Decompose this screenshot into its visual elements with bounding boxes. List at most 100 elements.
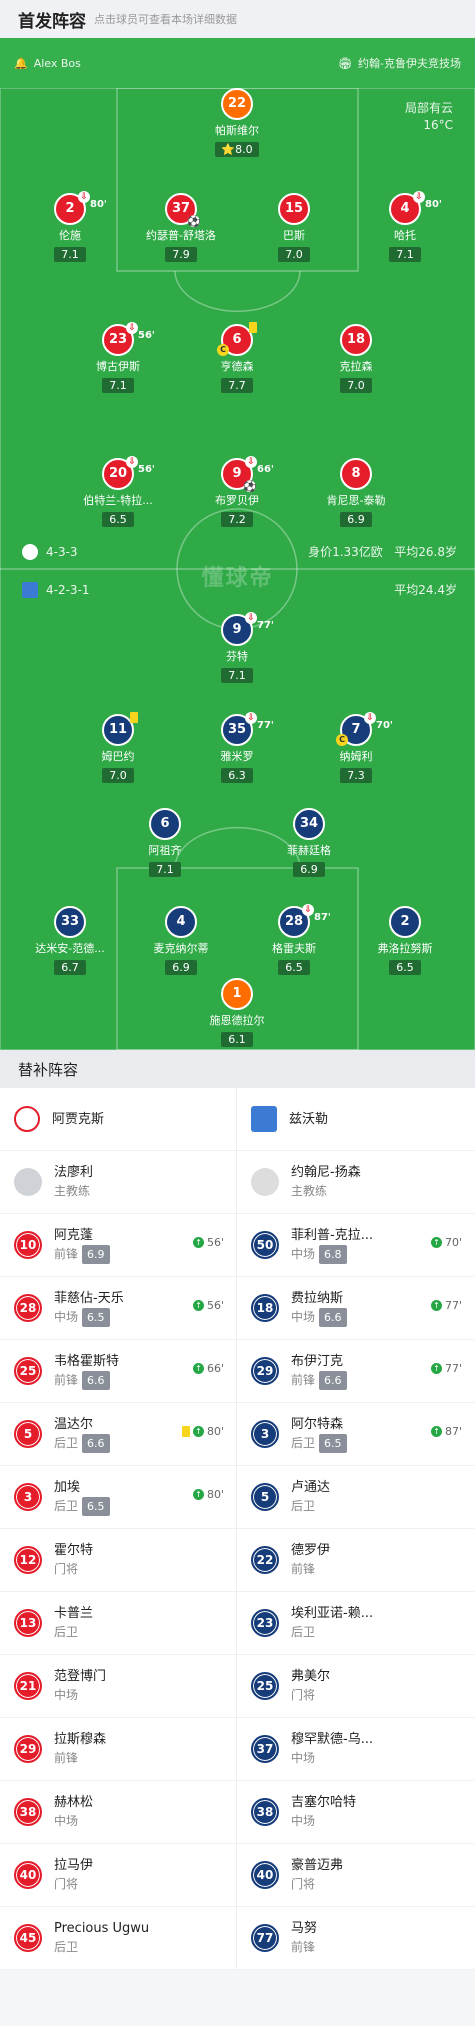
sub-player[interactable]: 3 阿尔特森 后卫 6.5 ↑ 87' <box>237 1403 474 1465</box>
player-name: 哈托 <box>394 229 416 242</box>
jersey-number: 6C <box>217 322 257 356</box>
player-card[interactable]: 28 ⇩ 87' 格雷夫斯 6.5 <box>244 904 344 975</box>
stadium-icon: 🏟 <box>338 56 353 70</box>
sub-player[interactable]: 37 穆罕默德-乌... 中场 <box>237 1718 474 1780</box>
sub-player[interactable]: 18 费拉纳斯 中场 6.6 ↑ 77' <box>237 1277 474 1339</box>
lineup-hint: 点击球员可查看本场详细数据 <box>94 13 237 26</box>
player-card[interactable]: 4 麦克纳尔蒂 6.9 <box>131 906 231 975</box>
player-card[interactable]: 6C 亨德森 7.7 <box>187 322 287 393</box>
sub-player[interactable]: 23 埃利亚诺-赖... 后卫 <box>237 1592 474 1654</box>
player-card[interactable]: 1 施恩德拉尔 6.1 <box>187 978 287 1047</box>
player-rating: 7.1 <box>54 247 86 262</box>
position-label: 门将 <box>291 1877 316 1891</box>
player-rating: 7.1 <box>389 247 421 262</box>
zwolle-logo-icon <box>251 1106 277 1132</box>
player-rating: 6.1 <box>221 1032 253 1047</box>
sub-player[interactable]: 77 马努 前锋 <box>237 1907 474 1969</box>
sub-player[interactable]: 40 豪普迈弗 门将 <box>237 1844 474 1906</box>
sub-rating: 6.6 <box>319 1308 347 1327</box>
player-card[interactable]: 2 ⇩ 80' 伦施 7.1 <box>20 191 120 262</box>
sub-player[interactable]: 40 拉马伊 门将 <box>0 1844 237 1906</box>
home-coach[interactable]: 法廖利 主教练 <box>0 1151 237 1213</box>
whistle-icon: 🔔 <box>14 56 28 70</box>
sub-rating: 6.5 <box>82 1497 110 1516</box>
sub-player[interactable]: 13 卡普兰 后卫 <box>0 1592 237 1654</box>
sub-player[interactable]: 22 德罗伊 前锋 <box>237 1529 474 1591</box>
home-team[interactable]: 阿贾克斯 <box>0 1088 237 1150</box>
sub-player[interactable]: 12 霍尔特 门将 <box>0 1529 237 1591</box>
sub-row: 28 菲慈佔-天乐 中场 6.5 ↑ 56' 18 费拉纳斯 中场 6.6 ↑ 77' <box>0 1277 475 1340</box>
player-card[interactable]: 9 ⇩ 77' 芬特 7.1 <box>187 612 287 683</box>
player-name: 雅米罗 <box>220 750 254 763</box>
ajax-logo-icon <box>22 543 38 560</box>
sub-player-position: 中场 <box>291 1812 356 1831</box>
sub-minute: 70' <box>376 720 393 731</box>
sub-row: 13 卡普兰 后卫 23 埃利亚诺-赖... 后卫 <box>0 1592 475 1655</box>
sub-player[interactable]: 25 弗美尔 门将 <box>237 1655 474 1717</box>
player-rating: 7.0 <box>340 378 372 393</box>
sub-player[interactable]: 50 菲利普-克拉... 中场 6.8 ↑ 70' <box>237 1214 474 1276</box>
position-label: 中场 <box>291 1814 316 1828</box>
player-card[interactable]: 33 达米安-范德... 6.7 <box>20 906 120 975</box>
sub-player[interactable]: 5 温达尔 后卫 6.6 ↑ 80' <box>0 1403 237 1465</box>
sub-out-icon: ⇩ <box>245 612 257 624</box>
sub-player-position: 中场 <box>54 1812 93 1831</box>
position-label: 门将 <box>54 1877 79 1891</box>
player-card[interactable]: 34 菲赫廷格 6.9 <box>259 808 359 877</box>
sub-player-position: 后卫 6.5 <box>54 1497 110 1516</box>
sub-player[interactable]: 3 加埃 后卫 6.5 ↑ 80' <box>0 1466 237 1528</box>
sub-player[interactable]: 28 菲慈佔-天乐 中场 6.5 ↑ 56' <box>0 1277 237 1339</box>
referee-name: Alex Bos <box>33 56 81 70</box>
player-name: 布罗贝伊 <box>215 494 259 507</box>
sub-player[interactable]: 29 拉斯穆森 前锋 <box>0 1718 237 1780</box>
player-card[interactable]: 2 弗洛拉努斯 6.5 <box>355 906 455 975</box>
home-team-info: 4-3-3 身价1.33亿欧 平均26.8岁 <box>22 543 457 560</box>
player-card[interactable]: 18 克拉森 7.0 <box>306 324 406 393</box>
player-card[interactable]: 35 ⇩ 77' 雅米罗 6.3 <box>187 712 287 783</box>
position-label: 中场 <box>291 1310 316 1324</box>
player-card[interactable]: 8 肯尼思-泰勒 6.9 <box>306 458 406 527</box>
sub-player[interactable]: 5 卢通达 后卫 <box>237 1466 474 1528</box>
sub-in-minute: 70' <box>444 1236 462 1249</box>
player-card[interactable]: 15 巴斯 7.0 <box>244 193 344 262</box>
jersey-number: 28 <box>14 1294 42 1322</box>
sub-player-position: 后卫 <box>291 1623 373 1642</box>
player-card[interactable]: 23 ⇩ 56' 博古伊斯 7.1 <box>68 322 168 393</box>
player-name: 姆巴约 <box>101 750 135 763</box>
jersey-number: 22 <box>251 1546 279 1574</box>
team-row: 阿贾克斯 兹沃勒 <box>0 1088 475 1151</box>
player-name: 伯特兰-特拉... <box>83 494 153 507</box>
player-card[interactable]: 9 ⇩ 66' ⚽ 布罗贝伊 7.2 <box>187 456 287 527</box>
sub-minute: 77' <box>257 620 274 631</box>
sub-player-name: 加埃 <box>54 1480 81 1495</box>
sub-player-position: 中场 6.5 <box>54 1308 124 1327</box>
sub-rating: 6.6 <box>82 1434 110 1453</box>
away-coach[interactable]: 约翰尼-扬森 主教练 <box>237 1151 474 1213</box>
player-rating: 7.7 <box>221 378 253 393</box>
ajax-logo-icon <box>14 1106 40 1132</box>
sub-player[interactable]: 38 赫林松 中场 <box>0 1781 237 1843</box>
player-name: 施恩德拉尔 <box>209 1014 265 1027</box>
sub-player-position: 中场 6.6 <box>291 1308 347 1327</box>
sub-player[interactable]: 21 范登博门 中场 <box>0 1655 237 1717</box>
player-card[interactable]: 37 ⚽ 约瑟普-舒塔洛 7.9 <box>131 193 231 262</box>
position-label: 中场 <box>54 1310 79 1324</box>
jersey-number: 29 <box>251 1357 279 1385</box>
sub-player[interactable]: 10 阿克蓬 前锋 6.9 ↑ 56' <box>0 1214 237 1276</box>
player-card[interactable]: 22 帕斯维尔 ⭐8.0 <box>187 88 287 157</box>
away-team[interactable]: 兹沃勒 <box>237 1088 474 1150</box>
player-card[interactable]: 20 ⇩ 56' 伯特兰-特拉... 6.5 <box>68 456 168 527</box>
player-card[interactable]: 7 ⇩ 70' C 纳姆利 7.3 <box>306 712 406 783</box>
jersey-number: 2 <box>389 906 421 938</box>
sub-player[interactable]: 38 吉塞尔哈特 中场 <box>237 1781 474 1843</box>
sub-player[interactable]: 29 布伊汀克 前锋 6.6 ↑ 77' <box>237 1340 474 1402</box>
sub-in-time: ↑ 77' <box>430 1362 462 1375</box>
sub-player[interactable]: 25 韦格霍斯特 前锋 6.6 ↑ 66' <box>0 1340 237 1402</box>
sub-player[interactable]: 45 Precious Ugwu 后卫 <box>0 1907 237 1969</box>
sub-in-time: ↑ 77' <box>430 1299 462 1312</box>
player-card[interactable]: 11 姆巴约 7.0 <box>68 712 168 783</box>
player-card[interactable]: 4 ⇩ 80' 哈托 7.1 <box>355 191 455 262</box>
sub-player-position: 后卫 6.6 <box>54 1434 110 1453</box>
player-card[interactable]: 6 阿祖齐 7.1 <box>115 808 215 877</box>
sub-rating: 6.8 <box>319 1245 347 1264</box>
